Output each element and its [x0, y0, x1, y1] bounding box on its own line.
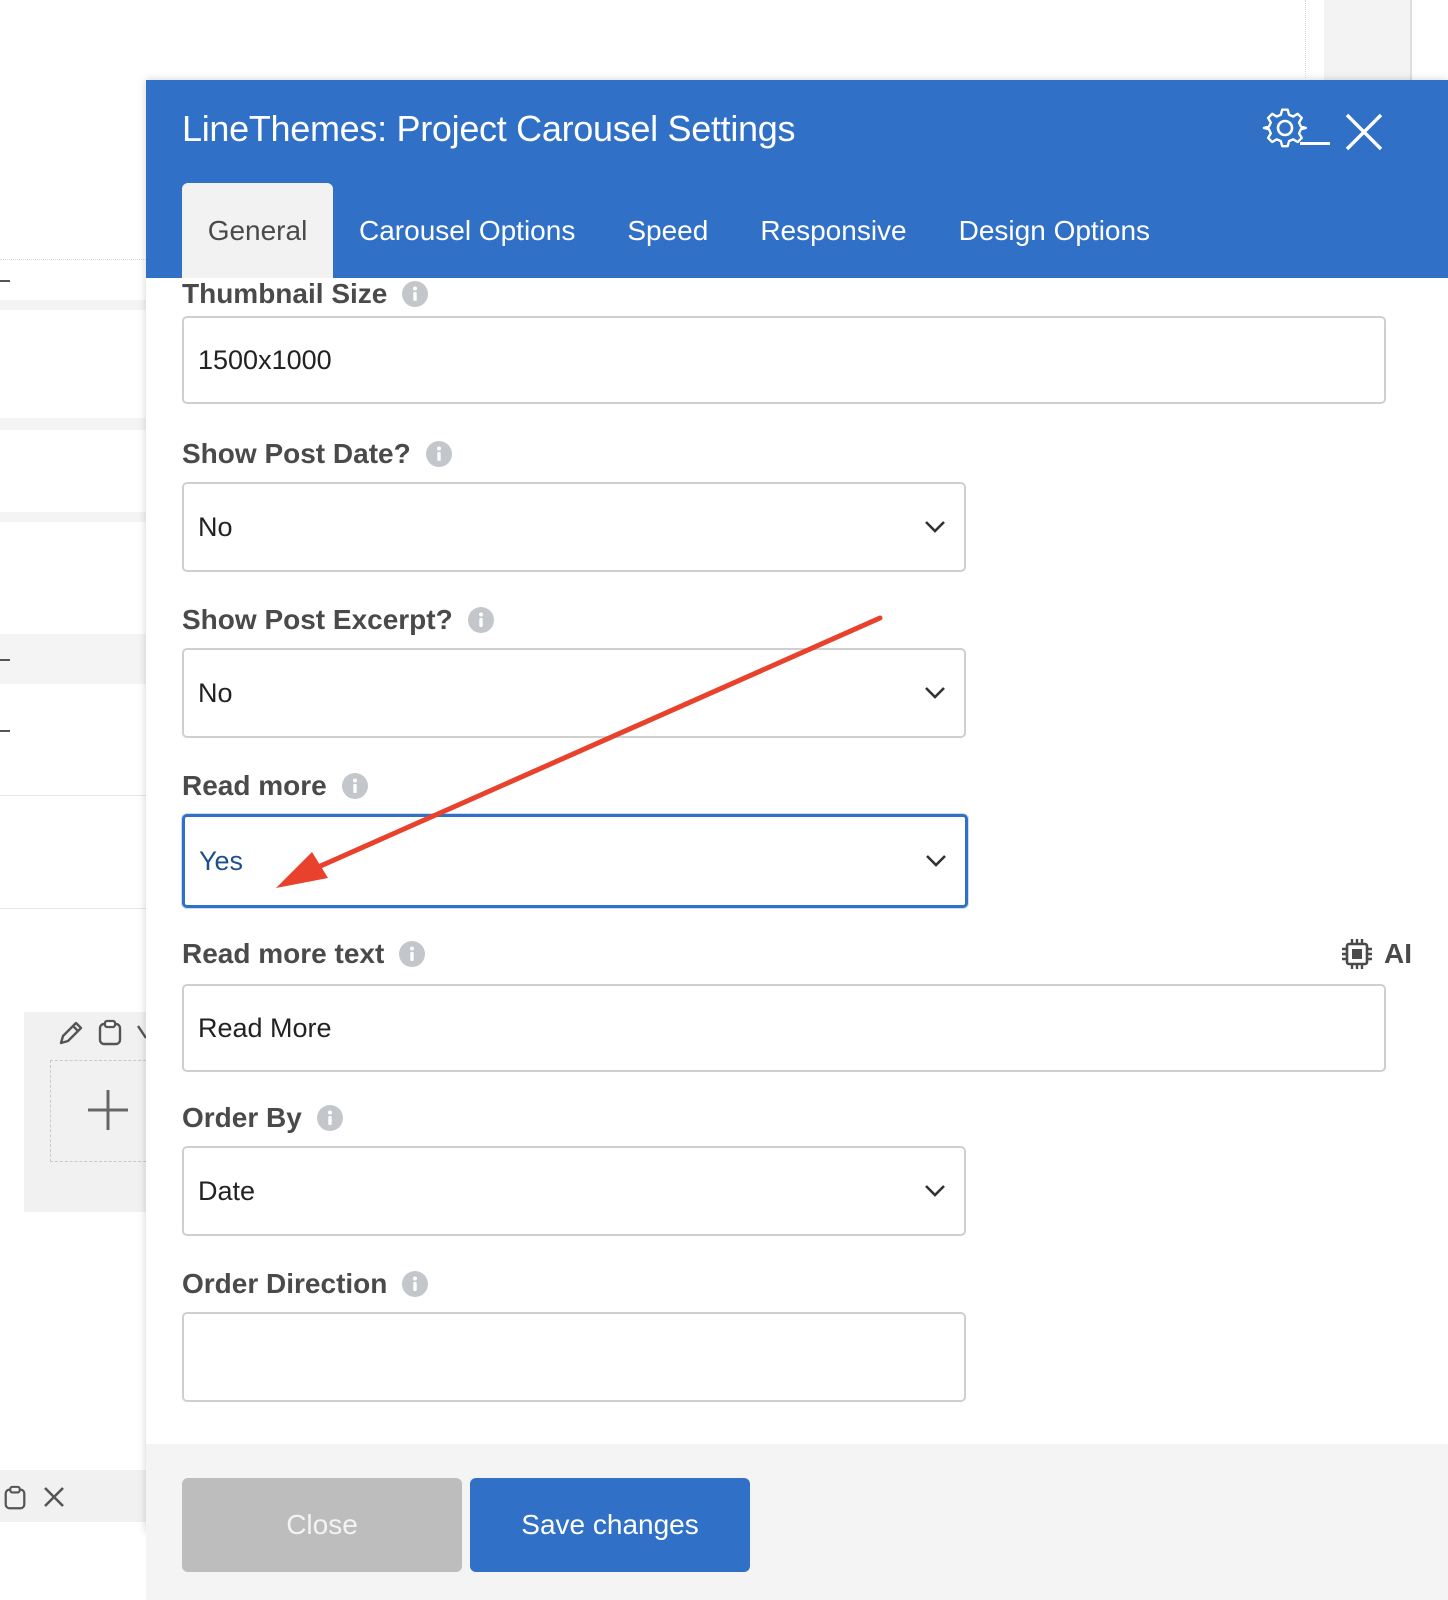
- info-icon[interactable]: [425, 440, 453, 468]
- show-post-date-label-text: Show Post Date?: [182, 438, 411, 469]
- modal-header: LineThemes: Project Carousel Settings Ge…: [146, 80, 1448, 278]
- bg-row-separator: [0, 908, 146, 909]
- show-post-date-value: No: [198, 511, 233, 542]
- order-direction-label-text: Order Direction: [182, 1268, 388, 1299]
- show-post-date-select[interactable]: No: [182, 482, 966, 572]
- read-more-text-input[interactable]: [182, 984, 1386, 1072]
- read-more-text-label: Read more text: [182, 938, 426, 970]
- chevron-down-icon: [925, 521, 945, 533]
- chevron-down-icon: [925, 1185, 945, 1197]
- order-by-label: Order By: [182, 1102, 344, 1134]
- info-icon[interactable]: [398, 940, 426, 968]
- tab-speed[interactable]: Speed: [601, 183, 734, 278]
- bg-row-separator: [0, 795, 146, 796]
- tab-carousel-options[interactable]: Carousel Options: [333, 183, 601, 278]
- ai-button-label: AI: [1384, 938, 1412, 969]
- modal-footer: Close Save changes: [146, 1444, 1448, 1600]
- settings-modal: LineThemes: Project Carousel Settings Ge…: [146, 80, 1448, 1600]
- show-post-excerpt-value: No: [198, 677, 233, 708]
- show-post-excerpt-label-text: Show Post Excerpt?: [182, 604, 453, 635]
- close-icon[interactable]: [1344, 112, 1384, 152]
- thumbnail-size-label: Thumbnail Size: [182, 278, 429, 310]
- bg-row-block: [0, 634, 146, 684]
- info-icon[interactable]: [341, 772, 369, 800]
- chip-icon: [1342, 939, 1372, 969]
- show-post-excerpt-select[interactable]: No: [182, 648, 966, 738]
- tab-responsive[interactable]: Responsive: [734, 183, 932, 278]
- order-by-label-text: Order By: [182, 1102, 302, 1133]
- order-direction-select[interactable]: [182, 1312, 966, 1402]
- clipboard-icon[interactable]: [96, 1018, 124, 1048]
- order-by-select[interactable]: Date: [182, 1146, 966, 1236]
- bg-dash: [0, 730, 10, 732]
- ai-button[interactable]: AI: [1340, 937, 1412, 971]
- tab-general[interactable]: General: [182, 183, 333, 278]
- tab-bar: General Carousel Options Speed Responsiv…: [182, 183, 1176, 278]
- tab-design-options[interactable]: Design Options: [933, 183, 1176, 278]
- thumbnail-size-input[interactable]: [182, 316, 1386, 404]
- read-more-value: Yes: [199, 845, 244, 876]
- bg-guide-line: [0, 259, 146, 260]
- info-icon[interactable]: [401, 1270, 429, 1298]
- modal-title: LineThemes: Project Carousel Settings: [182, 108, 796, 149]
- chevron-down-icon: [926, 855, 946, 867]
- minimize-icon[interactable]: [1298, 138, 1332, 148]
- save-changes-button[interactable]: Save changes: [470, 1478, 750, 1572]
- bg-dash: [0, 659, 10, 661]
- read-more-label-text: Read more: [182, 770, 327, 801]
- show-post-date-label: Show Post Date?: [182, 438, 453, 470]
- order-by-value: Date: [198, 1175, 256, 1206]
- bg-guide-line: [1305, 0, 1306, 78]
- read-more-select[interactable]: Yes: [182, 814, 968, 908]
- bg-row-separator: [0, 300, 146, 310]
- order-direction-label: Order Direction: [182, 1268, 429, 1300]
- page: LineThemes: Project Carousel Settings Ge…: [0, 0, 1448, 1600]
- info-icon[interactable]: [401, 280, 429, 308]
- modal-body: Thumbnail Size Show Post Date? No: [146, 278, 1448, 1444]
- show-post-excerpt-label: Show Post Excerpt?: [182, 604, 495, 636]
- thumbnail-size-label-text: Thumbnail Size: [182, 278, 388, 309]
- close-icon[interactable]: [42, 1485, 66, 1509]
- bg-dash: [0, 280, 10, 282]
- info-icon[interactable]: [316, 1104, 344, 1132]
- bg-row-separator: [0, 418, 146, 430]
- chevron-down-icon: [925, 687, 945, 699]
- close-button[interactable]: Close: [182, 1478, 462, 1572]
- read-more-label: Read more: [182, 770, 369, 802]
- read-more-text-label-text: Read more text: [182, 938, 385, 969]
- clipboard-icon[interactable]: [2, 1483, 28, 1513]
- plus-icon[interactable]: [86, 1088, 130, 1132]
- pencil-icon[interactable]: [56, 1018, 86, 1048]
- info-icon[interactable]: [467, 606, 495, 634]
- bg-row-separator: [0, 512, 146, 522]
- close-icon[interactable]: [136, 1022, 146, 1044]
